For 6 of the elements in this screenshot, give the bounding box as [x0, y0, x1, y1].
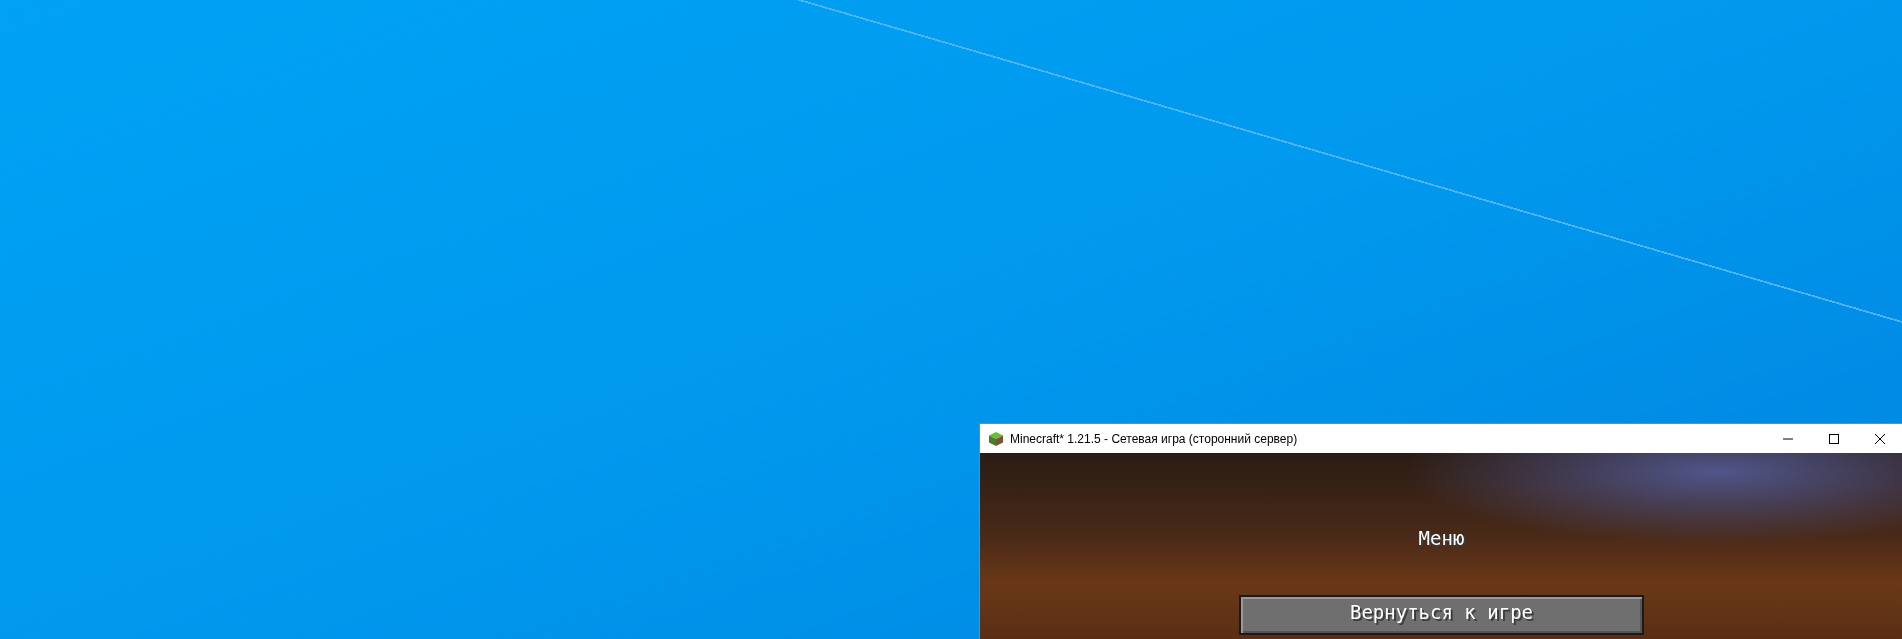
close-icon: [1875, 433, 1885, 444]
menu-heading: Меню: [1418, 527, 1465, 549]
menu-button[interactable]: Вернуться к игре: [1239, 595, 1644, 635]
grass-block-icon: [988, 430, 1004, 447]
maximize-icon: [1829, 433, 1839, 444]
window-title: Minecraft* 1.21.5 - Сетевая игра (сторонний сервер): [1010, 431, 1298, 446]
